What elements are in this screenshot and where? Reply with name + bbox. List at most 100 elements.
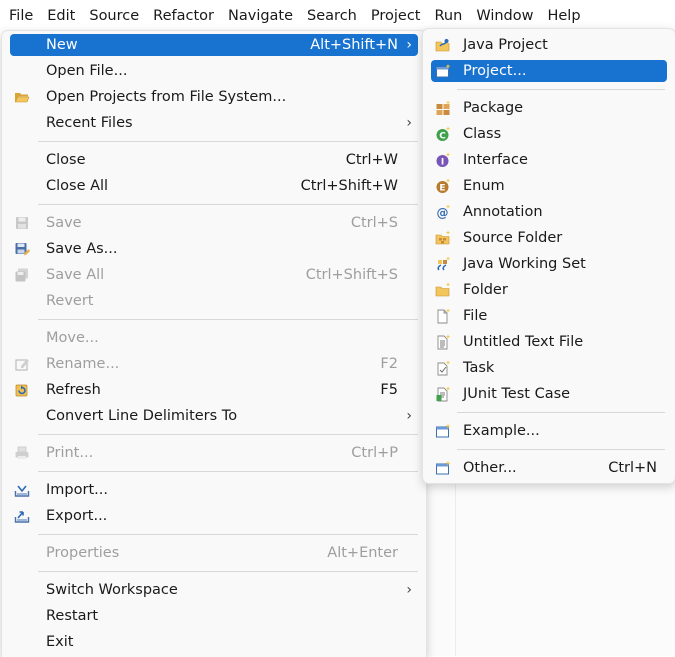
menu-item-label: Source Folder <box>463 230 563 246</box>
menu-item-shortcut: Ctrl+W <box>345 152 398 168</box>
example-icon <box>435 423 451 439</box>
menu-item-label: Print... <box>46 445 94 461</box>
menu-item-label: Open Projects from File System... <box>46 89 287 105</box>
menu-item-package[interactable]: Package <box>431 97 667 119</box>
file-menu: New Alt+Shift+N › Open File... Open Proj… <box>1 30 427 657</box>
menu-refactor[interactable]: Refactor <box>146 0 221 32</box>
text-file-icon <box>435 334 451 350</box>
menu-item-label: JUnit Test Case <box>463 386 571 402</box>
menu-separator <box>38 319 418 320</box>
menu-item-annotation[interactable]: @ Annotation <box>431 201 667 223</box>
menu-item-rename[interactable]: Rename... F2 <box>10 353 418 375</box>
menu-item-import[interactable]: Import... <box>10 479 418 501</box>
menu-item-revert[interactable]: Revert <box>10 290 418 312</box>
project-icon <box>435 63 451 79</box>
menu-item-move[interactable]: Move... <box>10 327 418 349</box>
menu-item-label: Revert <box>46 293 94 309</box>
new-submenu: Java Project Project... Package C Class … <box>422 28 675 484</box>
menu-item-label: Java Working Set <box>463 256 586 272</box>
menu-item-enum[interactable]: E Enum <box>431 175 667 197</box>
menu-item-java-project[interactable]: Java Project <box>431 34 667 56</box>
menu-item-label: Import... <box>46 482 108 498</box>
menu-item-close-all[interactable]: Close All Ctrl+Shift+W <box>10 175 418 197</box>
menu-item-shortcut: F2 <box>380 356 398 372</box>
menu-item-properties[interactable]: Properties Alt+Enter <box>10 542 418 564</box>
menu-item-folder[interactable]: Folder <box>431 279 667 301</box>
menu-item-label: Folder <box>463 282 508 298</box>
menu-item-save[interactable]: Save Ctrl+S <box>10 212 418 234</box>
menu-item-shortcut: F5 <box>380 382 398 398</box>
export-icon <box>14 508 30 524</box>
menu-item-other[interactable]: Other... Ctrl+N <box>431 457 667 479</box>
menu-item-label: Convert Line Delimiters To <box>46 408 238 424</box>
menu-item-export[interactable]: Export... <box>10 505 418 527</box>
package-icon <box>435 100 451 116</box>
submenu-arrow-icon: › <box>406 408 412 424</box>
menu-item-label: Refresh <box>46 382 101 398</box>
menu-item-exit[interactable]: Exit <box>10 631 418 653</box>
menu-separator <box>38 534 418 535</box>
menu-item-label: File <box>463 308 488 324</box>
menu-item-class[interactable]: C Class <box>431 123 667 145</box>
menu-project[interactable]: Project <box>364 0 428 32</box>
menu-separator <box>38 571 418 572</box>
menu-search[interactable]: Search <box>300 0 364 32</box>
menu-item-recent-files[interactable]: Recent Files › <box>10 112 418 134</box>
submenu-arrow-icon: › <box>406 582 412 598</box>
save-icon <box>14 215 30 231</box>
menu-item-junit-test-case[interactable]: JUnit Test Case <box>431 383 667 405</box>
svg-text:I: I <box>441 158 444 168</box>
menu-item-switch-workspace[interactable]: Switch Workspace › <box>10 579 418 601</box>
menu-item-label: Export... <box>46 508 108 524</box>
menu-item-shortcut: Ctrl+Shift+S <box>305 267 398 283</box>
menu-item-open-projects[interactable]: Open Projects from File System... <box>10 86 418 108</box>
other-wizard-icon <box>435 460 451 476</box>
menu-item-label: Move... <box>46 330 99 346</box>
menu-item-file[interactable]: File <box>431 305 667 327</box>
menu-item-restart[interactable]: Restart <box>10 605 418 627</box>
menu-navigate[interactable]: Navigate <box>221 0 300 32</box>
menu-item-label: Annotation <box>463 204 543 220</box>
menu-edit[interactable]: Edit <box>40 0 82 32</box>
save-all-icon <box>14 267 30 283</box>
rename-icon <box>14 356 30 372</box>
menu-item-refresh[interactable]: Refresh F5 <box>10 379 418 401</box>
java-project-icon <box>435 37 451 53</box>
menu-item-print[interactable]: Print... Ctrl+P <box>10 442 418 464</box>
file-icon <box>435 308 451 324</box>
menu-item-save-all[interactable]: Save All Ctrl+Shift+S <box>10 264 418 286</box>
menu-separator <box>457 412 665 413</box>
menu-item-java-working-set[interactable]: Java Working Set <box>431 253 667 275</box>
class-icon: C <box>435 126 451 142</box>
java-working-set-icon <box>435 256 451 272</box>
menu-source[interactable]: Source <box>82 0 146 32</box>
menu-item-shortcut: Ctrl+S <box>350 215 398 231</box>
menu-item-label: Save As... <box>46 241 118 257</box>
menu-item-label: Task <box>463 360 495 376</box>
folder-icon <box>435 282 451 298</box>
menu-item-label: Switch Workspace <box>46 582 178 598</box>
menu-separator <box>38 204 418 205</box>
annotation-icon: @ <box>435 204 451 220</box>
menu-item-save-as[interactable]: Save As... <box>10 238 418 260</box>
menu-item-label: Restart <box>46 608 99 624</box>
menu-item-label: Exit <box>46 634 74 650</box>
menu-item-shortcut: Alt+Shift+N <box>310 37 398 53</box>
menu-separator <box>38 434 418 435</box>
menu-item-new[interactable]: New Alt+Shift+N › <box>10 34 418 56</box>
menu-item-label: Package <box>463 100 524 116</box>
menu-item-label: Enum <box>463 178 505 194</box>
menu-item-interface[interactable]: I Interface <box>431 149 667 171</box>
print-icon <box>14 445 30 461</box>
svg-text:@: @ <box>437 206 449 220</box>
menu-item-close[interactable]: Close Ctrl+W <box>10 149 418 171</box>
menu-item-source-folder[interactable]: Source Folder <box>431 227 667 249</box>
menu-file[interactable]: File <box>0 0 40 32</box>
menu-item-project[interactable]: Project... <box>431 60 667 82</box>
menu-item-example[interactable]: Example... <box>431 420 667 442</box>
menu-item-task[interactable]: Task <box>431 357 667 379</box>
menu-item-open-file[interactable]: Open File... <box>10 60 418 82</box>
menu-item-convert-line-delimiters[interactable]: Convert Line Delimiters To › <box>10 405 418 427</box>
save-as-icon <box>14 241 31 257</box>
menu-item-untitled-text-file[interactable]: Untitled Text File <box>431 331 667 353</box>
